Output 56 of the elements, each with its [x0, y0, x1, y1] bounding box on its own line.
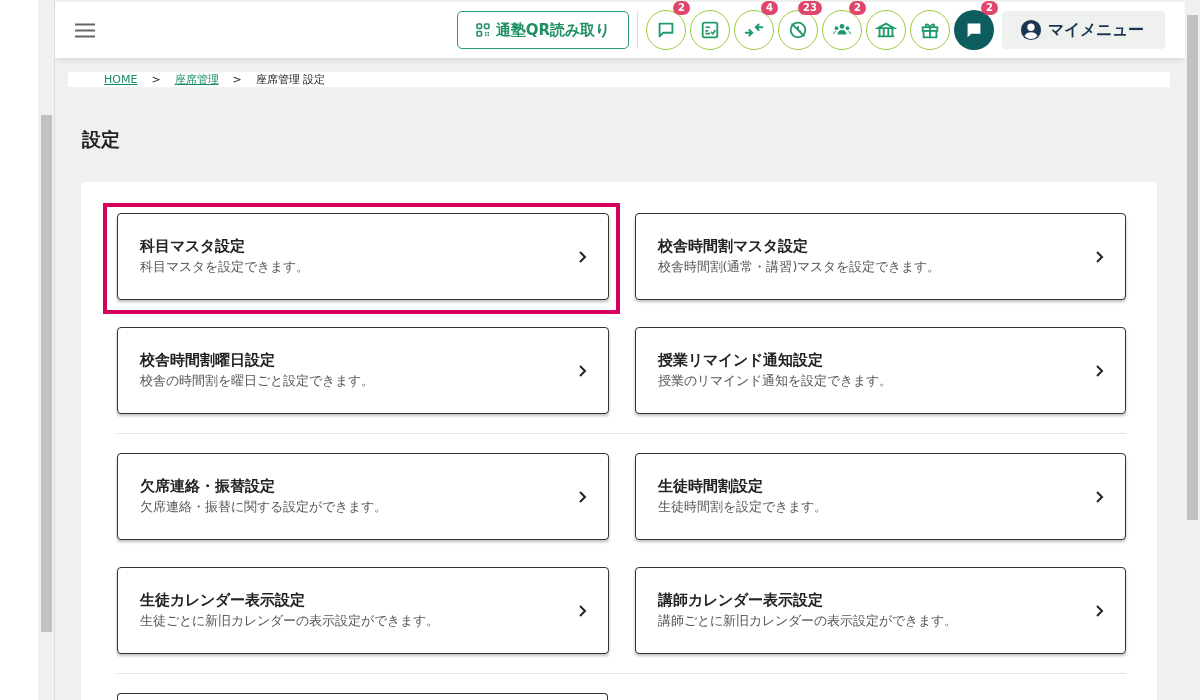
breadcrumb-link[interactable]: 座席管理	[174, 72, 219, 87]
settings-card[interactable]: 校舎時間割マスタ設定 校舎時間割(通常・講習)マスタを設定できます。	[634, 213, 1126, 300]
icon-button[interactable]	[778, 10, 818, 50]
scrollbar-thumb[interactable]	[40, 115, 52, 632]
user-icon	[1020, 19, 1042, 41]
card-description: 欠席連絡・振替に関する設定ができます。	[140, 499, 388, 516]
icon-button[interactable]	[866, 10, 906, 50]
count-badge: 2	[673, 1, 690, 15]
count-badge: 2	[981, 1, 998, 15]
my-menu-button[interactable]: マイメニュー	[1002, 11, 1165, 49]
icon-button[interactable]	[646, 10, 686, 50]
settings-card[interactable]: 生徒カレンダー表示設定 生徒ごとに新旧カレンダーの表示設定ができます。	[117, 567, 609, 654]
card-description: 生徒時間割を設定できます。	[657, 499, 828, 516]
card-description: 講師ごとに新旧カレンダーの表示設定ができます。	[657, 613, 958, 630]
qr-scan-button[interactable]: 通塾QR読み取り	[456, 11, 629, 49]
page-title: 設定	[82, 127, 121, 152]
breadcrumb-link[interactable]: HOME	[104, 73, 138, 86]
card-description: 校舎時間割(通常・講習)マスタを設定できます。	[657, 259, 942, 276]
checklist-icon	[699, 19, 721, 41]
icon-button[interactable]	[822, 10, 862, 50]
card-description: 生徒ごとに新旧カレンダーの表示設定ができます。	[140, 613, 440, 630]
card-title: 校舎時間割マスタ設定	[657, 237, 809, 256]
card-description: 科目マスタを設定できます。	[140, 259, 310, 276]
card-title: 講師カレンダー表示設定	[657, 591, 824, 610]
icon-button[interactable]	[954, 10, 994, 50]
menu-icon[interactable]	[75, 22, 95, 38]
card-description: 校舎の時間割を曜日ごと設定できます。	[140, 373, 375, 390]
icon-button[interactable]	[734, 10, 774, 50]
settings-card[interactable]: 校舎時間割曜日設定 校舎の時間割を曜日ごと設定できます。	[117, 327, 609, 414]
settings-card[interactable]: 授業リマインド通知設定 授業のリマインド通知を設定できます。	[634, 327, 1126, 414]
count-badge: 23	[798, 1, 822, 15]
settings-card[interactable]: 生徒時間割設定 生徒時間割を設定できます。	[634, 453, 1126, 540]
card-title: 校舎時間割曜日設定	[140, 351, 276, 370]
breadcrumb-separator: >	[232, 73, 242, 86]
settings-card[interactable]: 科目マスタ設定 科目マスタを設定できます。	[117, 213, 609, 300]
icon-button[interactable]	[690, 10, 730, 50]
card-title: 科目マスタ設定	[140, 237, 246, 256]
chevron-icon	[1093, 603, 1105, 618]
card-title: 授業リマインド通知設定	[657, 351, 824, 370]
card-title: 生徒時間割設定	[657, 477, 764, 496]
count-badge: 2	[849, 1, 866, 15]
card-description: 授業のリマインド通知を設定できます。	[657, 373, 893, 390]
clock-off-icon	[787, 19, 809, 41]
breadcrumb-separator: >	[151, 73, 161, 86]
chevron-icon	[1093, 249, 1105, 264]
card-title: 欠席連絡・振替設定	[140, 477, 276, 496]
chevron-icon	[1093, 363, 1105, 378]
qr-icon	[475, 23, 490, 37]
scrollbar-thumb[interactable]	[1187, 15, 1198, 520]
settings-card[interactable]: 講師カレンダー表示設定 講師ごとに新旧カレンダーの表示設定ができます。	[634, 567, 1126, 654]
chevron-icon	[1093, 489, 1105, 504]
settings-card[interactable]: 欠席連絡・振替設定 欠席連絡・振替に関する設定ができます。	[117, 453, 609, 540]
icon-button[interactable]	[910, 10, 950, 50]
breadcrumb-current: 座席管理 設定	[255, 72, 326, 87]
card-title: 生徒カレンダー表示設定	[140, 591, 306, 610]
count-badge: 4	[761, 1, 778, 15]
